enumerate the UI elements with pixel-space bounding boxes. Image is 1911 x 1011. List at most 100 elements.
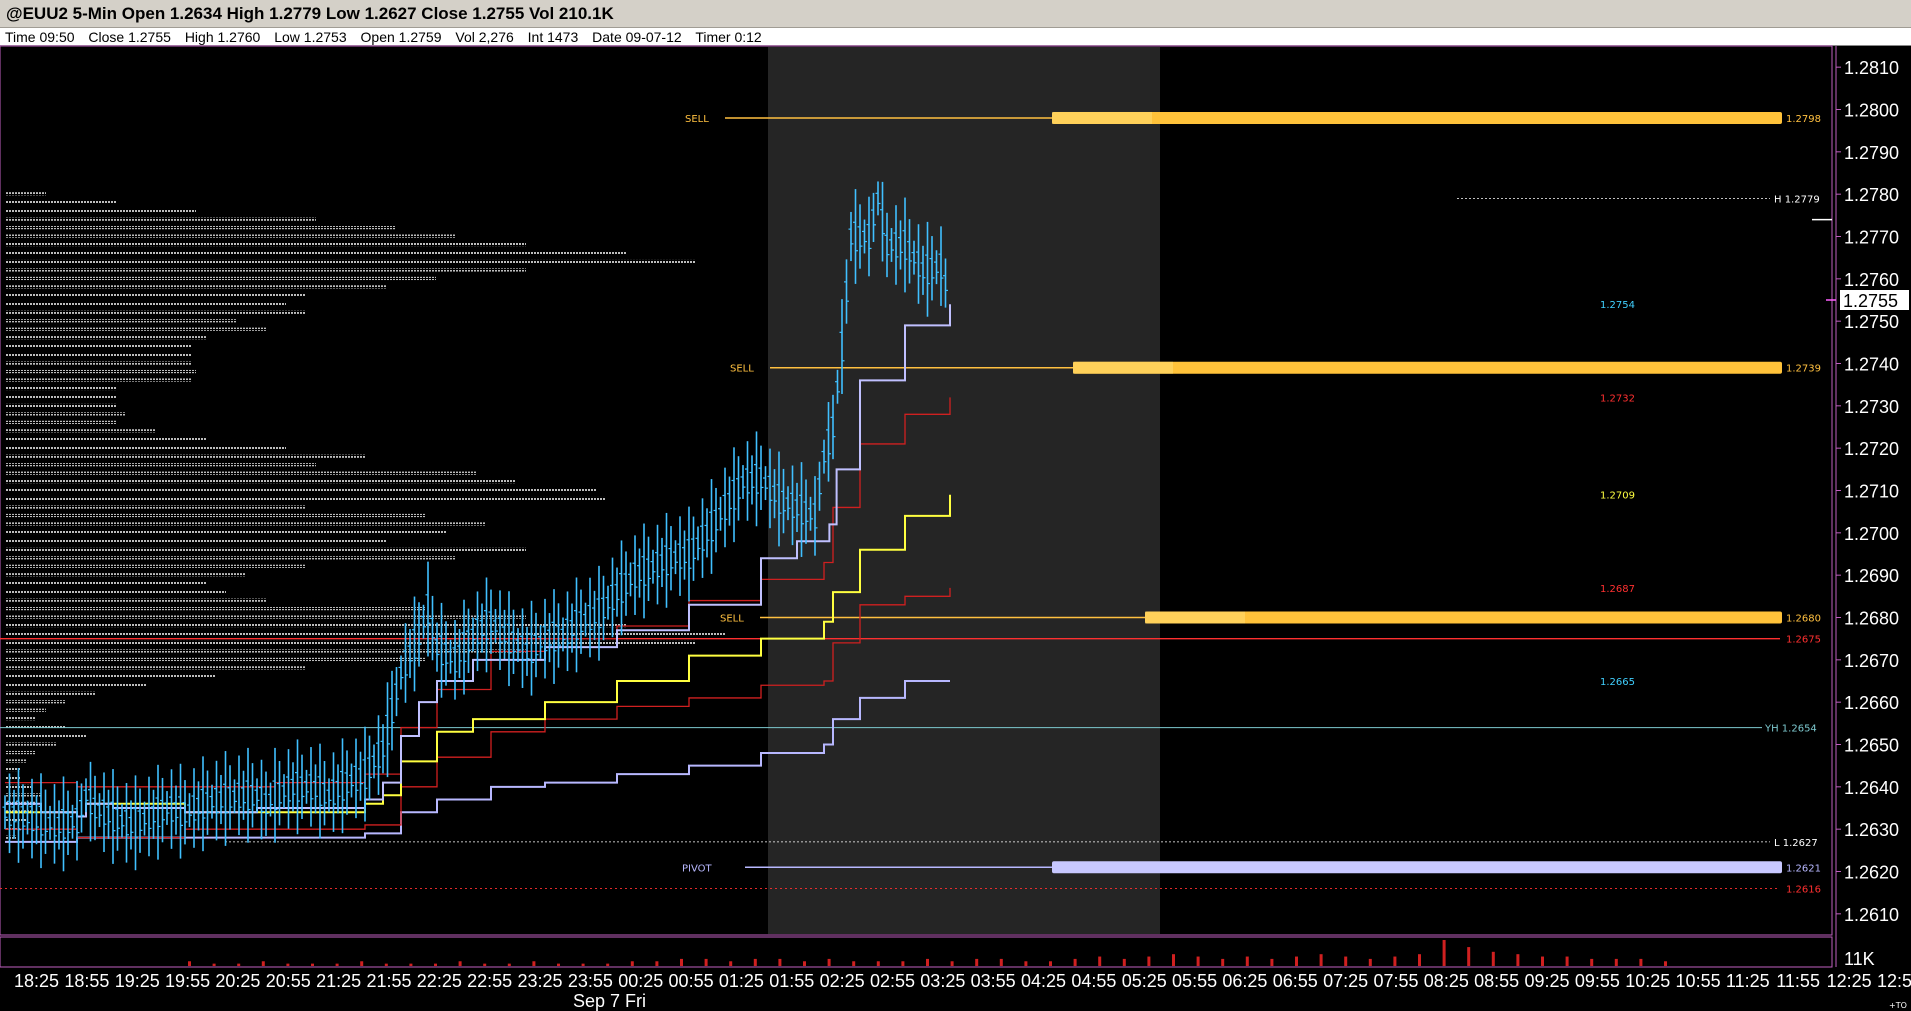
x-tick-label: 05:25: [1122, 971, 1167, 991]
series-end-label: 1.2709: [1600, 491, 1635, 502]
y-tick-label: 1.2690: [1844, 566, 1899, 586]
x-tick-label: 07:55: [1373, 971, 1418, 991]
volume-bar: [876, 961, 880, 966]
volume-bar: [434, 963, 437, 966]
volume-bar: [1319, 954, 1323, 966]
volume-bar: [753, 958, 757, 966]
level-zone-highlight: [1052, 111, 1152, 124]
volume-bar: [1590, 958, 1594, 966]
y-tick-label: 1.2620: [1844, 863, 1899, 883]
profile-bar: [6, 480, 516, 484]
volume-bar: [606, 963, 610, 966]
x-tick-label: 18:25: [14, 971, 59, 991]
volume-bar: [360, 961, 364, 966]
x-tick-label: 05:55: [1172, 971, 1217, 991]
volume-bar: [1122, 958, 1126, 966]
x-tick-label: 09:25: [1525, 971, 1570, 991]
profile-bar: [6, 717, 36, 721]
x-tick-label: 08:55: [1474, 971, 1519, 991]
pivot-value: 1.2621: [1786, 863, 1821, 874]
x-tick-label: 02:55: [870, 971, 915, 991]
volume-bar: [704, 958, 708, 966]
profile-bar: [6, 623, 626, 628]
volume-bar: [729, 961, 733, 966]
volume-bar: [852, 961, 856, 966]
volume-bar: [1442, 940, 1446, 966]
profile-bar: [6, 674, 216, 678]
price-chart[interactable]: SELL 1.2798 SELL 1.2739 SELL 1.2680 PIVOT 1.262…: [0, 0, 1911, 1011]
profile-bar: [6, 691, 96, 695]
volume-bar: [1024, 961, 1028, 966]
volume-bar: [1639, 958, 1643, 966]
profile-bar: [6, 234, 456, 238]
y-tick-label: 1.2650: [1844, 736, 1899, 756]
profile-bar: [6, 496, 606, 501]
x-session-label: Sep 7 Fri: [573, 991, 646, 1011]
profile-bar: [6, 293, 306, 297]
x-tick-label: 01:55: [769, 971, 814, 991]
profile-bar: [6, 395, 116, 399]
y-tick-label: 1.2800: [1844, 101, 1899, 121]
y-tick-label: 1.2740: [1844, 355, 1899, 375]
pivot-label: PIVOT: [682, 863, 713, 874]
x-tick-label: 22:55: [467, 971, 512, 991]
profile-bar: [6, 412, 126, 416]
profile-bar: [6, 454, 366, 458]
profile-bar: [6, 640, 696, 645]
x-tick-label: 04:25: [1021, 971, 1066, 991]
profile-bar: [6, 217, 316, 221]
profile-bar: [6, 463, 316, 467]
volume-bar: [1516, 954, 1520, 966]
profile-bar: [6, 310, 306, 314]
x-tick-label: 23:25: [518, 971, 563, 991]
profile-bar: [6, 437, 206, 441]
level-zone: [1073, 361, 1782, 374]
profile-bar: [6, 361, 191, 365]
profile-bar: [6, 192, 46, 196]
x-tick-label: 19:25: [115, 971, 160, 991]
volume-bar: [655, 961, 659, 966]
x-tick-label: 12:25: [1827, 971, 1872, 991]
y-tick-label: 1.2770: [1844, 228, 1899, 248]
x-tick-label: 03:25: [920, 971, 965, 991]
red-dotted-value: 1.2616: [1786, 884, 1821, 895]
profile-bar: [6, 369, 196, 374]
volume-bar: [1368, 958, 1372, 966]
volume-bar: [1664, 961, 1667, 966]
x-tick-label: 07:25: [1323, 971, 1368, 991]
red-level-value: 1.2675: [1786, 635, 1821, 646]
profile-bar: [6, 615, 526, 619]
volume-bar: [1172, 954, 1175, 966]
y-tick-label: 1.2760: [1844, 270, 1899, 290]
volume-bar: [901, 961, 905, 966]
yh-label: YH 1.2654: [1764, 724, 1817, 735]
profile-bar: [6, 209, 196, 213]
profile-bar: [6, 683, 146, 687]
x-tick-label: 21:25: [316, 971, 361, 991]
profile-bar: [6, 657, 426, 662]
level-value: 1.2680: [1786, 614, 1821, 625]
profile-bar: [6, 259, 696, 264]
x-tick-label: 11:55: [1776, 971, 1820, 991]
volume-bar: [680, 958, 683, 966]
volume-pane: [0, 936, 1833, 968]
volume-bar: [286, 963, 290, 966]
profile-bar: [6, 564, 306, 568]
profile-bar: [6, 581, 206, 585]
profile-bar: [6, 505, 306, 509]
x-tick-label: 23:55: [568, 971, 613, 991]
profile-bar: [6, 403, 116, 408]
profile-bar: [6, 226, 396, 230]
volume-bar: [1073, 958, 1077, 966]
x-tick-label: 12:55: [1877, 971, 1911, 991]
x-tick-label: 01:25: [719, 971, 764, 991]
x-tick-label: 08:25: [1424, 971, 1469, 991]
y-tick-label: 1.2750: [1844, 312, 1899, 332]
volume-bar: [1295, 956, 1298, 966]
x-tick-label: 00:25: [618, 971, 663, 991]
y-tick-label: 1.2610: [1844, 905, 1899, 925]
volume-bar: [1049, 961, 1052, 966]
last-price-label: 1.2755: [1843, 291, 1898, 311]
volume-bar: [827, 958, 831, 966]
profile-bar: [6, 539, 386, 543]
